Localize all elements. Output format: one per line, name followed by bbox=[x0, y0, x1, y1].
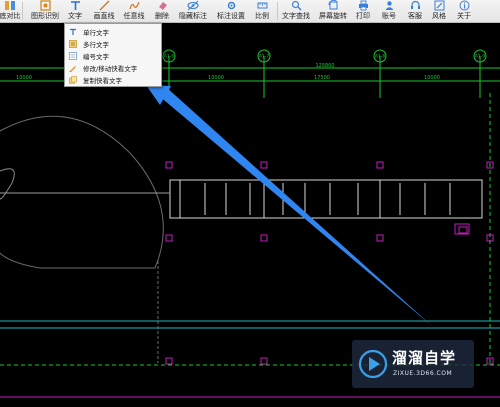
dimension-text: 10000 bbox=[424, 75, 440, 81]
line-icon bbox=[99, 0, 109, 11]
menu-item-single-line-text[interactable]: 单行文字 bbox=[65, 26, 161, 37]
compare-icon bbox=[5, 1, 15, 10]
numbered-text-icon bbox=[69, 51, 77, 60]
multi-line-text-icon bbox=[69, 39, 77, 48]
toolbar-annotation-settings-label: 标注设置 bbox=[217, 12, 245, 20]
menu-item-multi-line-text[interactable]: 多行文字 bbox=[65, 38, 161, 49]
menu-item-copy-text[interactable]: 复制快看文字 bbox=[65, 74, 161, 85]
toolbar-style-button[interactable]: 风格 bbox=[430, 0, 448, 22]
copy-text-icon bbox=[69, 75, 77, 84]
toolbar-style-label: 风格 bbox=[432, 12, 446, 20]
toolbar-shape-recognition-label: 图形识别 bbox=[31, 12, 59, 20]
freehand-line-icon bbox=[128, 1, 140, 10]
curved-outline bbox=[0, 115, 164, 363]
single-line-text-icon bbox=[70, 28, 76, 35]
toolbar-account-button[interactable]: 账号 bbox=[380, 0, 398, 22]
play-logo-icon bbox=[358, 349, 388, 379]
toolbar-hide-annotation-label: 隐藏标注 bbox=[179, 12, 207, 20]
shape-recognition-icon bbox=[39, 0, 51, 11]
toolbar-scale-label: 比例 bbox=[255, 12, 269, 20]
toolbar-delete-button[interactable]: 删除 bbox=[153, 0, 171, 22]
guide-lines bbox=[0, 320, 500, 329]
boundary-dashed bbox=[0, 93, 500, 366]
toolbar-customer-service-button[interactable]: 客服 bbox=[406, 0, 424, 22]
toolbar-compare-label: 底对比 bbox=[0, 12, 21, 20]
dimension-text: 10000 bbox=[16, 75, 32, 81]
axis-label-a1-6: A1-6 bbox=[164, 54, 175, 60]
menu-item-label: 多行文字 bbox=[83, 40, 109, 49]
toolbar-text-label: 文字 bbox=[68, 12, 82, 20]
toolbar-text-button[interactable]: 文字 bbox=[66, 0, 84, 22]
dimension-text: 10000 bbox=[208, 75, 224, 81]
watermark-name: 溜溜自学 bbox=[392, 349, 457, 367]
toolbar: 底对比 图形识别 文字 画直线 任意线 删除 隐藏标注 标注设置 比例 文字查找… bbox=[0, 0, 500, 23]
menu-item-label: 复制快看文字 bbox=[83, 76, 122, 85]
account-icon bbox=[385, 1, 393, 10]
text-icon bbox=[70, 1, 80, 10]
toolbar-about-label: 关于 bbox=[457, 12, 471, 20]
building-walls bbox=[0, 179, 483, 219]
printer-icon bbox=[358, 0, 368, 11]
toolbar-shape-recognition-button[interactable]: 图形识别 bbox=[30, 0, 60, 22]
text-search-icon bbox=[291, 0, 301, 11]
toolbar-print-button[interactable]: 打印 bbox=[354, 0, 372, 22]
toolbar-delete-label: 删除 bbox=[155, 12, 169, 20]
annotation-settings-icon bbox=[227, 1, 235, 10]
info-icon bbox=[459, 0, 469, 11]
eraser-icon bbox=[158, 2, 167, 10]
toolbar-freehand-button[interactable]: 任意线 bbox=[122, 0, 146, 22]
toolbar-scale-button[interactable]: 比例 bbox=[252, 0, 272, 22]
axis-label-a1-8: A1-8 bbox=[375, 54, 386, 60]
scale-icon bbox=[257, 2, 267, 9]
toolbar-text-search-button[interactable]: 文字查找 bbox=[281, 0, 311, 22]
menu-item-label: 修改/移动快看文字 bbox=[83, 64, 138, 73]
toolbar-customer-service-label: 客服 bbox=[408, 12, 422, 20]
customer-service-icon bbox=[410, 0, 420, 9]
toolbar-hide-annotation-button[interactable]: 隐藏标注 bbox=[176, 0, 210, 22]
hide-eye-icon bbox=[187, 0, 199, 11]
toolbar-account-label: 账号 bbox=[382, 12, 396, 20]
toolbar-freehand-label: 任意线 bbox=[123, 12, 145, 20]
axis-label-a1-9: A1-9 bbox=[475, 54, 486, 60]
toolbar-line-button[interactable]: 画直线 bbox=[92, 0, 116, 22]
edit-move-text-icon bbox=[69, 65, 76, 72]
toolbar-about-button[interactable]: 关于 bbox=[455, 0, 473, 22]
menu-item-numbered-text[interactable]: 编号文字 bbox=[65, 50, 161, 61]
watermark-badge: 溜溜自学 ZIXUE.3D66.COM bbox=[352, 340, 474, 388]
toolbar-separator bbox=[277, 2, 278, 20]
toolbar-text-search-label: 文字查找 bbox=[282, 12, 310, 20]
style-icon bbox=[434, 0, 444, 11]
text-dropdown-menu: 单行文字 多行文字 编号文字 修改/移动快看文字 复制快看文字 bbox=[64, 23, 162, 87]
toolbar-separator bbox=[22, 2, 23, 20]
dimension-text: 17500 bbox=[314, 75, 330, 81]
toolbar-line-label: 画直线 bbox=[93, 12, 115, 20]
toolbar-compare-button[interactable]: 底对比 bbox=[0, 0, 21, 22]
toolbar-annotation-settings-button[interactable]: 标注设置 bbox=[214, 0, 248, 22]
total-dimension-text: 125800 bbox=[315, 63, 334, 69]
toolbar-rotate-screen-button[interactable]: 屏幕旋转 bbox=[316, 0, 350, 22]
axis-label-a1-7: A1-7 bbox=[259, 54, 270, 60]
menu-item-label: 编号文字 bbox=[83, 52, 109, 61]
menu-item-label: 单行文字 bbox=[83, 28, 109, 37]
toolbar-rotate-screen-label: 屏幕旋转 bbox=[319, 12, 347, 20]
pointer-arrow bbox=[146, 85, 432, 326]
rotate-screen-icon bbox=[328, 0, 337, 10]
menu-item-edit-move-text[interactable]: 修改/移动快看文字 bbox=[65, 62, 161, 73]
toolbar-print-label: 打印 bbox=[356, 12, 370, 20]
watermark-url: ZIXUE.3D66.COM bbox=[393, 370, 453, 377]
